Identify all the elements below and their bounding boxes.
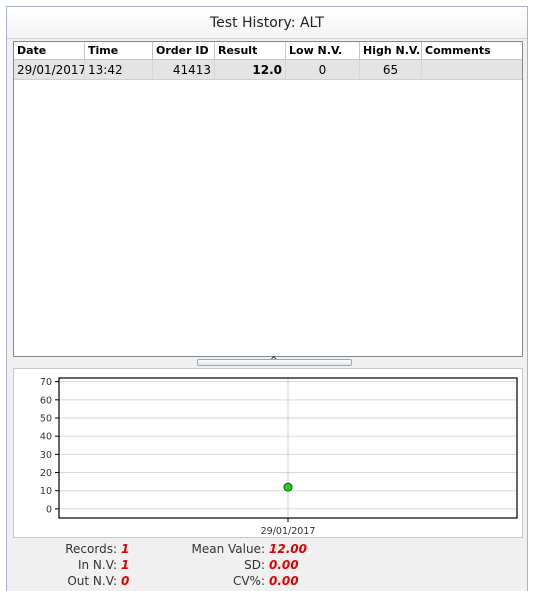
y-tick-label: 10 [40,486,52,497]
column-header-result[interactable]: Result [215,42,286,59]
cell-date: 29/01/2017 [14,60,85,79]
column-header-date[interactable]: Date [14,42,85,59]
stat-cv: CV%: 0.00 [177,574,299,588]
table-header: Date Time Order ID Result Low N.V. High … [14,42,522,60]
stat-sd-label: SD: [244,558,265,572]
y-tick-label: 50 [40,414,52,425]
stat-out-nv-label: Out N.V: [67,574,117,588]
stat-out-nv: Out N.V: 0 [27,574,129,588]
cell-time: 13:42 [85,60,153,79]
cell-low-nv: 0 [286,60,360,79]
table-row[interactable]: 29/01/2017 13:42 41413 12.0 0 65 [14,60,522,80]
y-tick-label: 30 [40,450,52,461]
window-title: Test History: ALT [7,7,527,39]
y-tick-label: 0 [46,504,52,515]
cell-high-nv: 65 [360,60,422,79]
data-point [283,482,293,492]
stat-in-nv-value: 1 [121,558,130,572]
panel-splitter[interactable]: ^ [197,356,352,366]
stat-sd: SD: 0.00 [177,558,299,572]
y-tick-label: 40 [40,432,52,443]
collapse-up-icon[interactable]: ^ [270,356,278,366]
stat-sd-value: 0.00 [269,558,299,572]
stat-cv-value: 0.00 [269,574,299,588]
stat-in-nv: In N.V: 1 [27,558,129,572]
y-tick-label: 60 [40,395,52,406]
y-tick-label: 70 [40,377,52,388]
test-history-window: Test History: ALT Date Time Order ID Res… [6,6,528,591]
stat-cv-label: CV%: [232,574,265,588]
column-header-order-id[interactable]: Order ID [153,42,215,59]
y-tick-label: 20 [40,468,52,479]
stat-records: Records: 1 [27,542,129,556]
cell-comments [422,60,522,79]
history-table[interactable]: Date Time Order ID Result Low N.V. High … [13,41,523,357]
column-header-low-nv[interactable]: Low N.V. [286,42,360,59]
stat-mean-value: 12.00 [269,542,307,556]
chart-svg: 0 10 20 30 40 50 60 70 29/01/2017 [40,377,518,537]
column-header-time[interactable]: Time [85,42,153,59]
cell-order-id: 41413 [153,60,215,79]
stat-records-value: 1 [121,542,130,556]
stat-records-label: Records: [65,542,117,556]
stat-mean: Mean Value: 12.00 [177,542,307,556]
x-tick-label: 29/01/2017 [261,526,316,537]
column-header-high-nv[interactable]: High N.V. [360,42,422,59]
statistics-panel: Records: 1 In N.V: 1 Out N.V: 0 Mean Value:… [7,538,527,591]
result-chart: 0 10 20 30 40 50 60 70 29/01/2017 [13,368,523,538]
stat-in-nv-label: In N.V: [77,558,117,572]
column-header-comments[interactable]: Comments [422,42,522,59]
stat-out-nv-value: 0 [121,574,130,588]
stat-mean-label: Mean Value: [191,542,265,556]
cell-result: 12.0 [215,60,286,79]
